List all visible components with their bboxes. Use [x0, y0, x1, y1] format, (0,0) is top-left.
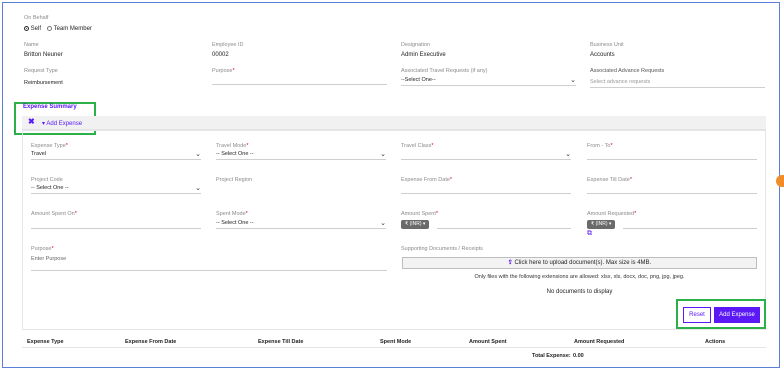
travel-mode-value: -- Select One --	[216, 151, 254, 157]
form-purpose-label: Purpose*	[31, 246, 54, 252]
spent-mode-select[interactable]: -- Select One -- ⌄	[216, 220, 386, 229]
project-code-value: -- Select One --	[31, 185, 69, 191]
documents-label: Supporting Documents / Receipts	[401, 246, 483, 252]
amount-spent-label: Amount Spent*	[401, 211, 438, 217]
reset-button[interactable]: Reset	[683, 307, 711, 323]
chevron-down-icon: ⌄	[565, 151, 571, 158]
till-date-input[interactable]	[587, 193, 757, 194]
name-value: Britton Neuner	[24, 52, 63, 58]
designation-label: Designation	[401, 42, 431, 48]
expense-summary-title: Expense Summary	[23, 104, 77, 110]
total-expense-label: Total Expense:	[532, 353, 571, 359]
radio-team-member[interactable]: Team Member	[47, 26, 92, 32]
external-link-icon[interactable]: ⧉	[587, 230, 592, 238]
spent-mode-value: -- Select One --	[216, 220, 254, 226]
amount-spent-currency-text: ₹ (INR)	[405, 221, 422, 227]
amount-spent-on-label: Amount Spent On*	[31, 211, 77, 217]
chevron-down-icon: ⌄	[195, 151, 201, 158]
advance-requests-label: Associated Advance Requests	[590, 68, 665, 74]
expense-type-select[interactable]: Travel ⌄	[31, 151, 201, 160]
travel-class-select[interactable]: ⌄	[401, 151, 571, 160]
expense-type-value: Travel	[31, 151, 47, 157]
amount-spent-input[interactable]	[437, 228, 571, 229]
extensions-note: Only files with the following extensions…	[474, 274, 685, 280]
business-unit-value: Accounts	[590, 52, 615, 58]
travel-mode-select[interactable]: -- Select One -- ⌄	[216, 151, 386, 160]
till-date-label: Expense Till Date*	[587, 177, 632, 183]
col-expense-type: Expense Type	[27, 339, 64, 345]
chevron-down-icon: ⌄	[570, 77, 576, 84]
on-behalf-label: On Behalf	[24, 15, 49, 21]
amount-spent-currency[interactable]: ₹ (INR) ▾	[401, 220, 430, 229]
no-documents-text: No documents to display	[546, 289, 613, 295]
col-actions: Actions	[705, 339, 726, 345]
radio-self[interactable]: Self	[24, 26, 41, 32]
name-label: Name	[24, 42, 39, 48]
travel-requests-select[interactable]: --Select One-- ⌄	[401, 77, 576, 86]
col-till-date: Expense Till Date	[258, 339, 304, 345]
form-purpose-placeholder: Enter Purpose	[31, 256, 67, 262]
spent-mode-label: Spent Mode*	[216, 211, 248, 217]
amount-requested-label: Amount Requested*	[587, 211, 637, 217]
expense-type-label: Expense Type*	[31, 143, 68, 149]
request-type-label: Request Type	[24, 68, 58, 74]
advance-requests-select[interactable]: Select advance requests	[590, 79, 765, 88]
amount-requested-input[interactable]	[623, 228, 757, 229]
purpose-input[interactable]	[212, 84, 387, 85]
feedback-tab[interactable]	[776, 175, 784, 187]
from-to-input[interactable]	[587, 159, 757, 160]
upload-icon: ⇪	[507, 260, 513, 266]
chevron-down-icon: ⌄	[380, 220, 386, 227]
total-expense-value: 0.00	[573, 353, 584, 359]
form-purpose-input[interactable]: Enter Purpose	[31, 256, 387, 271]
travel-requests-label: Associated Travel Requests (if any)	[401, 68, 488, 74]
col-from-date: Expense From Date	[125, 339, 177, 345]
purpose-label: Purpose*	[212, 68, 235, 74]
radio-self-label: Self	[30, 26, 42, 33]
upload-button-label: Click here to upload document(s). Max si…	[514, 260, 652, 266]
summary-toolbar	[22, 116, 766, 130]
designation-value: Admin Executive	[401, 52, 446, 58]
col-amount-requested: Amount Requested	[574, 339, 625, 345]
travel-class-label: Travel Class*	[401, 143, 434, 149]
travel-requests-value: --Select One--	[401, 77, 436, 83]
caret-down-icon: ▾	[422, 221, 426, 227]
from-date-label: Expense From Date*	[401, 177, 453, 183]
radio-team-label: Team Member	[53, 26, 92, 33]
request-type-value: Reimbursement	[24, 80, 63, 86]
add-expense-button[interactable]: Add Expense	[714, 307, 760, 323]
close-icon[interactable]: ✖	[28, 117, 35, 126]
chevron-down-icon: ⌄	[380, 151, 386, 158]
business-unit-label: Business Unit	[590, 42, 624, 48]
radio-team-icon[interactable]	[47, 26, 52, 31]
col-amount-spent: Amount Spent	[469, 339, 507, 345]
radio-self-icon[interactable]	[24, 26, 29, 31]
employee-id-label: Employee ID	[212, 42, 244, 48]
caret-down-icon: ▾	[42, 121, 46, 127]
from-date-input[interactable]	[401, 193, 571, 194]
amount-spent-on-input[interactable]	[31, 228, 201, 229]
project-code-select[interactable]: -- Select One -- ⌄	[31, 185, 201, 194]
employee-id-value: 00002	[212, 52, 229, 58]
chevron-down-icon: ⌄	[195, 185, 201, 192]
amount-requested-currency-text: ₹ (INR)	[591, 221, 608, 227]
add-expense-toggle[interactable]: ▾ Add Expense	[42, 120, 82, 127]
project-region-label: Project Region	[216, 177, 253, 183]
col-spent-mode: Spent Mode	[380, 339, 412, 345]
expense-form-panel	[22, 130, 766, 330]
caret-down-icon: ▾	[608, 221, 612, 227]
amount-requested-currency[interactable]: ₹ (INR) ▾	[587, 220, 616, 229]
from-to-label: From - To*	[587, 143, 613, 149]
project-code-label: Project Code	[31, 177, 63, 183]
travel-mode-label: Travel Mode*	[216, 143, 249, 149]
add-expense-toggle-label: Add Expense	[46, 121, 83, 127]
upload-button[interactable]: ⇪ Click here to upload document(s). Max …	[402, 257, 757, 269]
advance-requests-placeholder: Select advance requests	[590, 79, 651, 85]
